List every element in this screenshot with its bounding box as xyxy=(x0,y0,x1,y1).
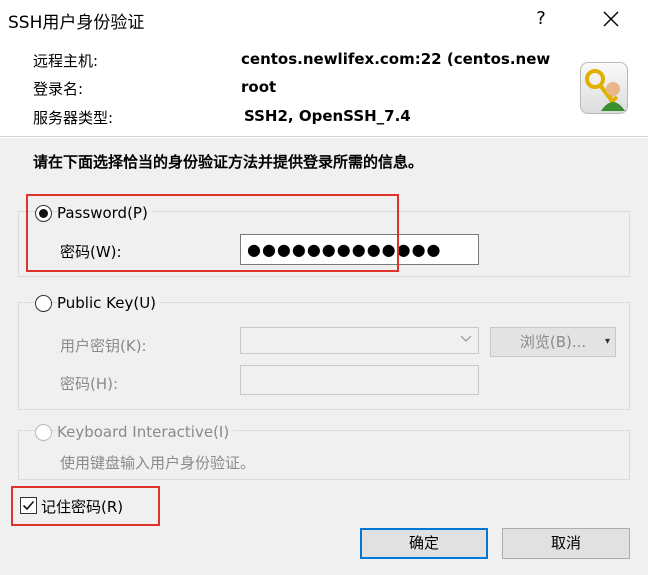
server-type-label: 服务器类型: xyxy=(33,109,114,127)
chevron-down-icon xyxy=(460,335,472,342)
user-key-icon xyxy=(580,62,628,114)
keyboard-interactive-label[interactable]: Keyboard Interactive(I) xyxy=(57,423,234,441)
public-key-radio-label[interactable]: Public Key(U) xyxy=(57,294,161,312)
ok-button[interactable]: 确定 xyxy=(360,528,488,559)
keyboard-interactive-radio[interactable] xyxy=(35,424,52,441)
passphrase-input[interactable] xyxy=(240,365,479,395)
cancel-button[interactable]: 取消 xyxy=(502,528,630,559)
help-button[interactable]: ? xyxy=(528,6,554,32)
dropdown-arrow-icon: ▾ xyxy=(604,336,610,347)
close-icon xyxy=(603,11,619,27)
browse-button-label: 浏览(B)... xyxy=(519,333,587,351)
browse-button[interactable]: 浏览(B)... ▾ xyxy=(490,327,616,357)
login-label: 登录名: xyxy=(33,80,84,98)
question-icon: ? xyxy=(536,8,546,29)
password-highlight-box xyxy=(26,194,399,272)
remember-highlight-box xyxy=(11,486,160,526)
login-value: root xyxy=(241,78,277,96)
connection-info-panel: 远程主机: centos.newlifex.com:22 (centos.new… xyxy=(0,40,648,137)
host-value: centos.newlifex.com:22 (centos.new xyxy=(241,50,551,68)
user-key-label: 用户密钥(K): xyxy=(60,337,147,355)
passphrase-label: 密码(H): xyxy=(60,375,119,393)
title-bar: SSH用户身份验证 ? xyxy=(0,0,648,40)
user-key-select[interactable] xyxy=(240,327,479,354)
public-key-radio[interactable] xyxy=(35,295,52,312)
host-label: 远程主机: xyxy=(33,52,99,70)
close-button[interactable] xyxy=(598,6,624,32)
window-title: SSH用户身份验证 xyxy=(8,13,145,33)
instruction-text: 请在下面选择恰当的身份验证方法并提供登录所需的信息。 xyxy=(33,153,424,171)
keyboard-interactive-description: 使用键盘输入用户身份验证。 xyxy=(60,454,256,472)
server-type-value: SSH2, OpenSSH_7.4 xyxy=(244,107,411,125)
